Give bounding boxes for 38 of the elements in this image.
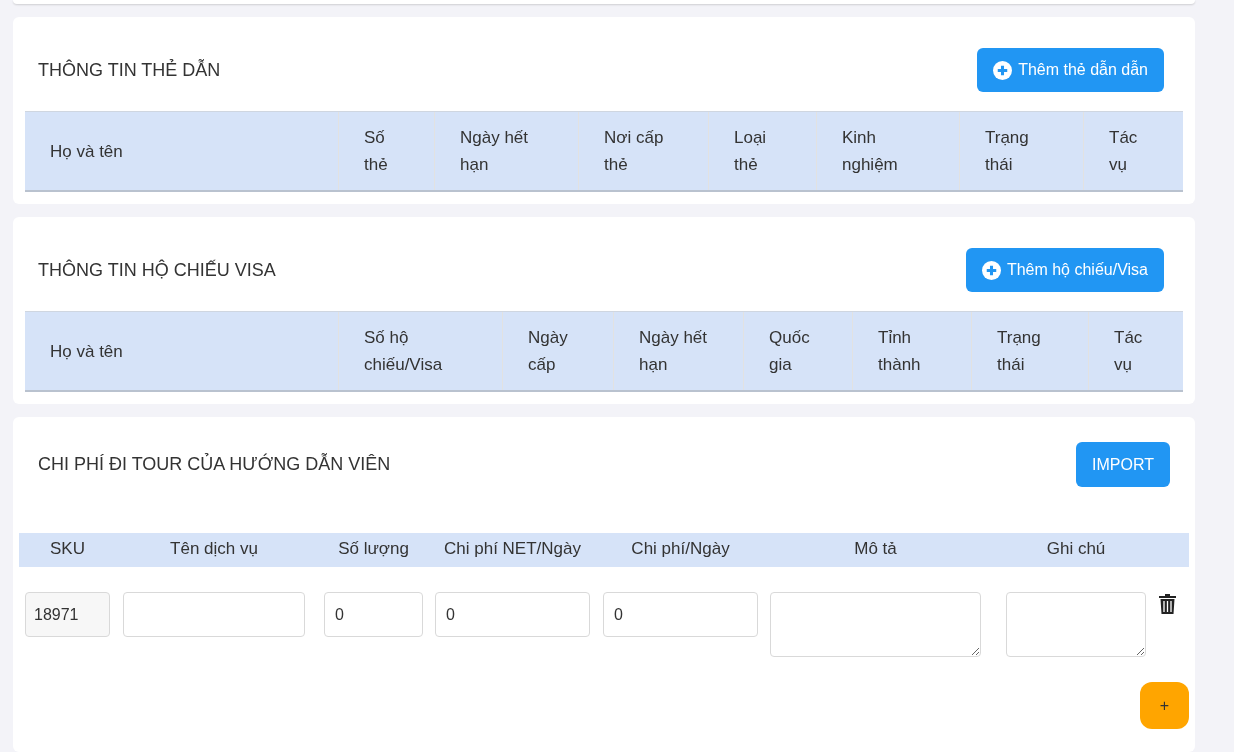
column-header: Tỉnh thành	[852, 312, 971, 390]
column-header: Họ và tên	[49, 140, 124, 163]
text-area[interactable]	[1006, 592, 1146, 657]
plus-circle-icon	[993, 60, 1013, 80]
column-header: Trạng thái	[971, 312, 1088, 390]
column-header: Chi phí/Ngày	[631, 539, 730, 558]
section-title: CHI PHÍ ĐI TOUR CỦA HƯỚNG DẪN VIÊN	[38, 452, 391, 476]
column-header: Ngày cấp	[502, 312, 613, 390]
sku-field: 18971	[25, 592, 110, 637]
column-header: Chi phí NET/Ngày	[444, 539, 581, 558]
plus-circle-icon	[981, 260, 1001, 280]
column-header: Quốc gia	[743, 312, 852, 390]
text-area[interactable]	[770, 592, 981, 657]
column-header: Ghi chú	[1046, 539, 1106, 558]
column-header: Tác vụ	[1088, 312, 1183, 390]
delete-button[interactable]	[1159, 594, 1176, 614]
input-field[interactable]: 0	[603, 592, 758, 637]
column-header: SKU	[50, 539, 85, 558]
column-header: Tác vụ	[1083, 112, 1183, 190]
column-header: Ngày hết hạn	[434, 112, 578, 190]
column-header: Trạng thái	[959, 112, 1083, 190]
column-header: Số lượng	[338, 539, 409, 558]
column-header: Mô tả	[854, 539, 897, 558]
input-field[interactable]	[123, 592, 305, 637]
column-header: Số hộ chiếu/Visa	[338, 312, 502, 390]
section-title: THÔNG TIN HỘ CHIẾU VISA	[38, 258, 276, 282]
input-field[interactable]: 0	[324, 592, 423, 637]
column-header: Số thẻ	[338, 112, 434, 190]
column-header: Họ và tên	[49, 340, 124, 363]
column-header: Loại thẻ	[708, 112, 816, 190]
section-title: THÔNG TIN THẺ DẪN	[38, 58, 221, 82]
column-header: Tên dịch vụ	[170, 539, 258, 558]
column-header: Nơi cấp thẻ	[578, 112, 708, 190]
column-header: Ngày hết hạn	[613, 312, 743, 390]
column-header: Kinh nghiệm	[816, 112, 959, 190]
trash-icon	[1159, 594, 1176, 614]
input-field[interactable]: 0	[435, 592, 590, 637]
add-row-button[interactable]: +	[1140, 682, 1189, 729]
